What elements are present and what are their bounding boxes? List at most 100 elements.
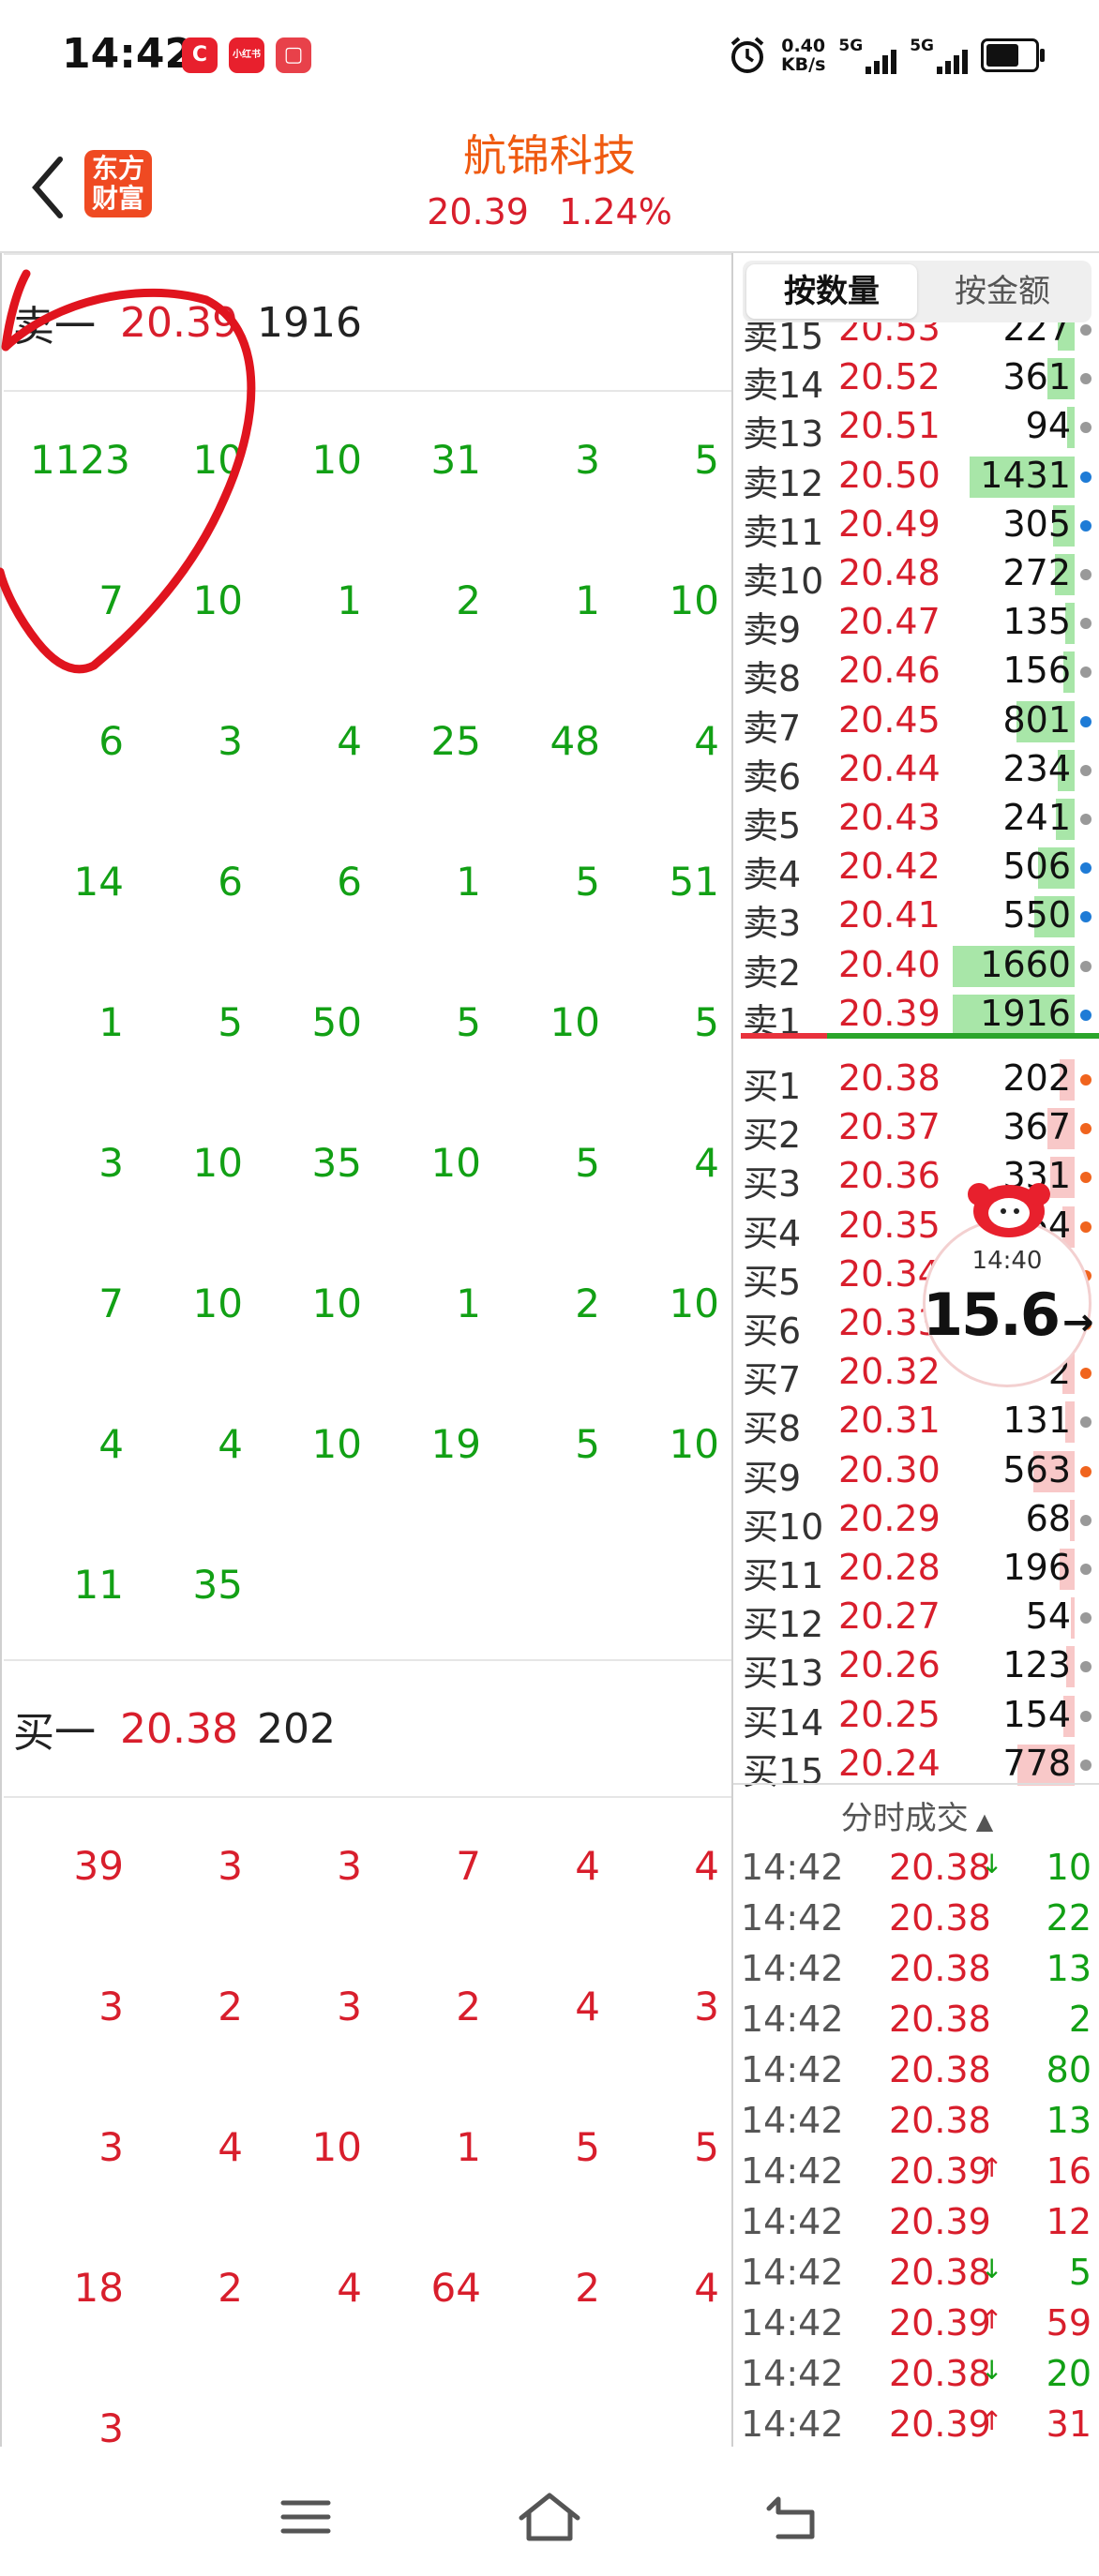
sell-level-row[interactable]: 卖12 20.50 1431: [733, 451, 1099, 504]
sell-level-price: 20.50: [838, 454, 941, 496]
buy-level-label: 买10: [743, 1505, 824, 1548]
signal-2: 5G: [910, 37, 968, 74]
tab-by-quantity[interactable]: 按数量: [746, 264, 917, 319]
tick-price: 20.38: [889, 2049, 991, 2090]
order-cell: 4: [575, 1843, 600, 1889]
menu-icon[interactable]: [268, 2484, 343, 2550]
buy-level-row[interactable]: 买11 20.28 196: [733, 1543, 1099, 1596]
buy-level-label: 买2: [743, 1115, 802, 1157]
order-cell: 3: [98, 1140, 124, 1186]
sell-dot-icon: [1080, 373, 1091, 385]
sell-level-row[interactable]: 卖10 20.48 272: [733, 548, 1099, 602]
buy-dot-icon: [1080, 1074, 1091, 1086]
buy-level-row[interactable]: 买9 20.30 563: [733, 1445, 1099, 1499]
buy-level-volume: 367: [1002, 1106, 1071, 1148]
buy-level-row[interactable]: 买2 20.37 367: [733, 1102, 1099, 1156]
buy-level-price: 20.26: [838, 1644, 941, 1686]
sell-level-row[interactable]: 卖9 20.47 135: [733, 597, 1099, 651]
order-cell: 10: [311, 1281, 362, 1326]
tab-by-amount[interactable]: 按金额: [917, 264, 1088, 319]
sell-level-volume: 361: [1002, 356, 1071, 398]
buy-level-price: 20.25: [838, 1693, 941, 1735]
sell-level-volume: 272: [1002, 552, 1071, 593]
sell-level-row[interactable]: 卖11 20.49 305: [733, 500, 1099, 553]
arrow-up-icon: ↑: [981, 2405, 1003, 2436]
caret-up-icon: ▲: [975, 1808, 994, 1835]
buy-level-label: 买8: [743, 1408, 802, 1450]
sell-level-row[interactable]: 卖2 20.40 1660: [733, 940, 1099, 994]
back-icon[interactable]: [756, 2484, 831, 2550]
order-cell: 2: [575, 2265, 600, 2311]
system-nav-bar: [0, 2456, 1099, 2576]
buy-level-row[interactable]: 买1 20.38 202: [733, 1054, 1099, 1107]
sell-dot-icon: [1080, 814, 1091, 825]
order-cell: 2: [456, 1984, 481, 2029]
home-icon[interactable]: [512, 2484, 587, 2550]
buy-level-row[interactable]: 买10 20.29 68: [733, 1494, 1099, 1548]
order-cell: 7: [98, 1281, 124, 1326]
tick-time: 14:42: [741, 2302, 844, 2344]
tick-row: 14:42 20.38 80: [733, 2047, 1099, 2098]
tick-row: 14:42 20.39 ↑ 31: [733, 2402, 1099, 2447]
order-cell: 10: [550, 999, 600, 1045]
order-cell: 5: [575, 1140, 600, 1186]
buy-dot-icon: [1080, 1759, 1091, 1771]
status-time: 14:42: [62, 30, 194, 78]
order-cell: 18: [73, 2265, 124, 2311]
order-cell: 3: [98, 2124, 124, 2170]
buy-level-row[interactable]: 买8 20.31 131: [733, 1396, 1099, 1449]
sell-dot-icon: [1080, 764, 1091, 776]
buy-level-price: 20.29: [838, 1497, 941, 1539]
tick-price: 20.39: [889, 2302, 991, 2344]
sell-level-row[interactable]: 卖8 20.46 156: [733, 646, 1099, 699]
order-cell: 19: [430, 1421, 481, 1467]
buy-level-price: 20.28: [838, 1547, 941, 1588]
tick-row: 14:42 20.38 ↓ 10: [733, 1845, 1099, 1895]
arrow-down-icon: ↓: [981, 2254, 1003, 2284]
sell-dot-icon: [1080, 862, 1091, 875]
buy-level-volume: 123: [1002, 1644, 1071, 1686]
tick-time: 14:42: [741, 2201, 844, 2242]
sell-level-row[interactable]: 卖14 20.52 361: [733, 352, 1099, 406]
arrow-up-icon: ↑: [981, 2304, 1003, 2335]
buy1-label: 买一: [13, 1709, 96, 1757]
buy-level-price: 20.24: [838, 1742, 941, 1784]
sell-level-row[interactable]: 卖6 20.44 234: [733, 744, 1099, 798]
sell1-price: 20.39: [120, 298, 238, 347]
sell-dot-icon: [1080, 715, 1091, 727]
float-widget-speed: 15.6 →: [923, 1281, 1093, 1349]
buy-level-volume: 131: [1002, 1400, 1071, 1442]
sell-level-row[interactable]: 卖5 20.43 241: [733, 793, 1099, 846]
order-cell: 5: [694, 2124, 719, 2170]
tick-time: 14:42: [741, 2404, 844, 2445]
sell-level-row[interactable]: 卖7 20.45 801: [733, 696, 1099, 749]
tick-volume: 5: [1068, 2252, 1091, 2293]
tick-row: 14:42 20.38 2: [733, 1997, 1099, 2047]
order-cell: 1123: [30, 437, 130, 483]
tick-time: 14:42: [741, 1948, 844, 1989]
tick-price: 20.38: [889, 1948, 991, 1989]
order-cell: 1: [456, 1281, 481, 1326]
sell-level-row[interactable]: 卖13 20.51 94: [733, 401, 1099, 455]
order-cell: 1: [98, 999, 124, 1045]
buy-level-row[interactable]: 买14 20.25 154: [733, 1690, 1099, 1744]
sell-level-volume: 550: [1002, 894, 1071, 936]
sell-level-price: 20.52: [838, 356, 941, 398]
ticks-header[interactable]: 分时成交 ▲: [733, 1792, 1099, 1838]
mascot-icon: [968, 1183, 1050, 1237]
order-cell: 4: [337, 718, 362, 764]
order-queue-panel[interactable]: 卖一 20.39 1916 1123 10 10 31 3 5 7 10 1 2 1 10 6 3 4 25 4…: [0, 253, 733, 2451]
sell-level-row[interactable]: 卖1 20.39 1916: [733, 989, 1099, 1042]
tick-price: 20.39: [889, 2404, 991, 2445]
tick-time: 14:42: [741, 2252, 844, 2293]
buy-level-label: 买11: [743, 1555, 824, 1596]
buy1-volume: 202: [256, 1704, 336, 1753]
sell-level-row[interactable]: 卖3 20.41 550: [733, 891, 1099, 944]
buy-level-row[interactable]: 买12 20.27 54: [733, 1592, 1099, 1645]
buy-level-row[interactable]: 买13 20.26 123: [733, 1640, 1099, 1694]
buy-level-volume: 202: [1002, 1057, 1071, 1099]
order-cell: 10: [192, 577, 243, 623]
buy-level-row[interactable]: 买15 20.24 778: [733, 1739, 1099, 1792]
sell-level-row[interactable]: 卖4 20.42 506: [733, 842, 1099, 895]
buy-level-label: 买12: [743, 1604, 824, 1646]
